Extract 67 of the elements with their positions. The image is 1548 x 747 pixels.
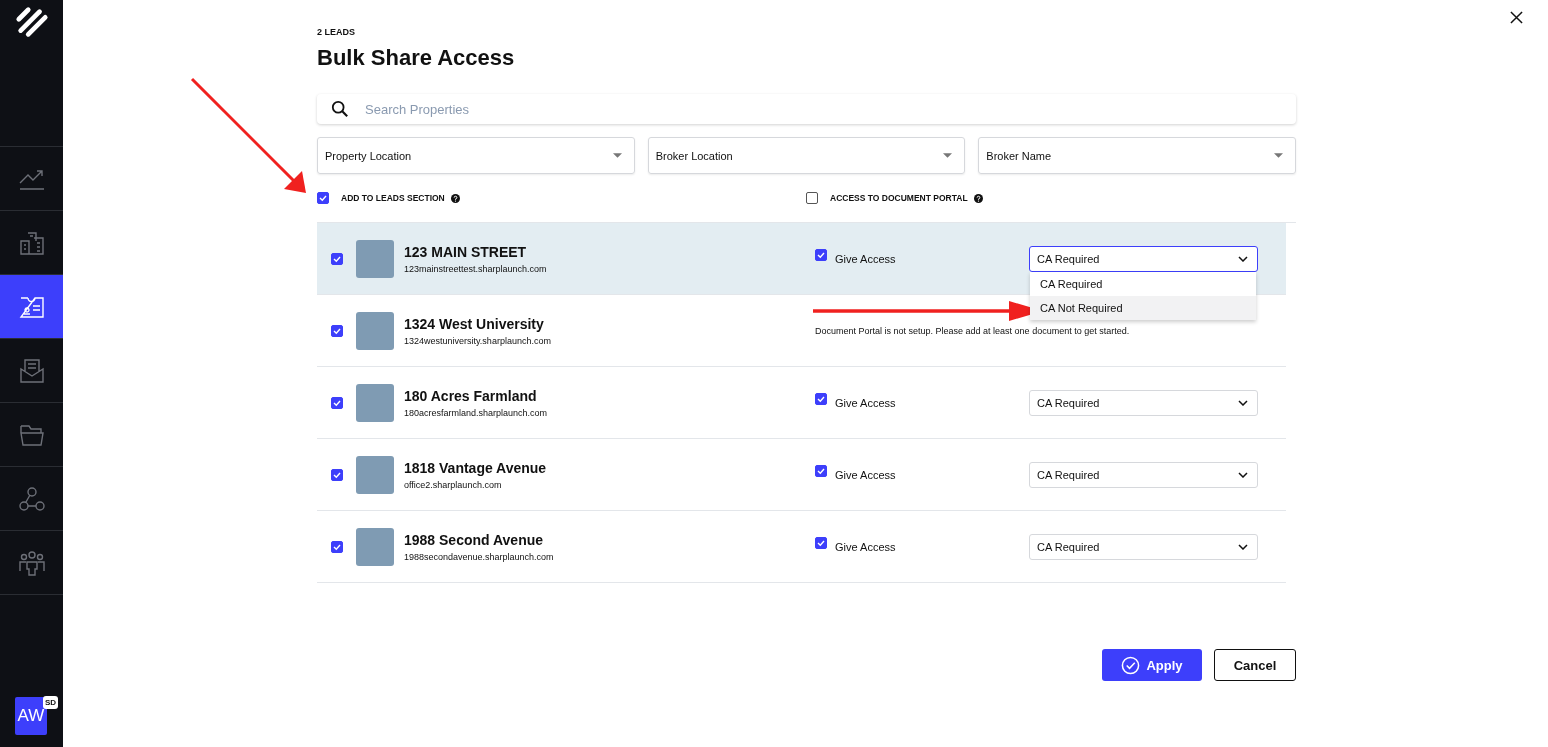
dropdown-triangle-icon bbox=[612, 153, 622, 158]
column-label: ADD TO LEADS SECTION bbox=[341, 193, 445, 203]
chevron-down-icon bbox=[1238, 471, 1248, 478]
checkbox[interactable] bbox=[331, 324, 343, 337]
property-row[interactable]: 1818 Vantage Avenue office2.sharplaunch.com Give Access CA Required bbox=[317, 439, 1286, 511]
nav-item[interactable] bbox=[0, 275, 63, 339]
notice-text: Document Portal is not setup. Please add at least one document to get started. bbox=[814, 325, 1130, 336]
property-name: 1818 Vantage Avenue bbox=[404, 459, 547, 476]
checkbox[interactable] bbox=[806, 192, 818, 204]
checkbox[interactable] bbox=[815, 536, 827, 549]
property-name: 180 Acres Farmland bbox=[404, 387, 538, 404]
property-url: office2.sharplaunch.com bbox=[404, 479, 503, 490]
avatar-badge: SD bbox=[43, 696, 59, 709]
checkbox[interactable] bbox=[815, 392, 827, 405]
search-field[interactable]: Search Properties bbox=[363, 100, 1296, 118]
dropdown-triangle-icon bbox=[943, 153, 953, 158]
checkbox[interactable] bbox=[815, 248, 827, 261]
envelope-icon bbox=[17, 356, 46, 385]
checkbox[interactable] bbox=[815, 464, 827, 477]
people-group-icon bbox=[17, 548, 46, 577]
dialog-title: Bulk Share Access bbox=[317, 45, 516, 71]
cancel-button[interactable]: Cancel bbox=[1214, 649, 1296, 681]
select-dropdown[interactable]: CA Required bbox=[1029, 461, 1258, 488]
checkbox[interactable] bbox=[331, 252, 343, 265]
property-name: 1988 Second Avenue bbox=[404, 531, 545, 548]
checkbox[interactable] bbox=[317, 192, 329, 204]
dropdown-option[interactable]: CA Not Required bbox=[1030, 295, 1256, 320]
checkbox-label: Give Access bbox=[835, 468, 896, 481]
column-label: ACCESS TO DOCUMENT PORTAL bbox=[830, 193, 968, 203]
checkbox-label: Give Access bbox=[835, 540, 896, 553]
property-url: 1324westuniversity.sharplaunch.com bbox=[404, 335, 551, 346]
photo-placeholder bbox=[356, 311, 394, 350]
photo-placeholder bbox=[356, 383, 394, 422]
checkbox[interactable] bbox=[331, 540, 343, 553]
photo-placeholder bbox=[356, 455, 394, 494]
checkbox-label: Give Access bbox=[835, 396, 896, 409]
property-url: 1988secondavenue.sharplaunch.com bbox=[404, 551, 554, 562]
filter-dropdown[interactable]: Property Location bbox=[317, 137, 635, 174]
leads-count: 2 LEADS bbox=[317, 27, 356, 37]
apply-button[interactable]: Apply bbox=[1102, 649, 1202, 681]
property-url: 123mainstreettest.sharplaunch.com bbox=[404, 263, 547, 274]
property-row[interactable]: 1988 Second Avenue 1988secondavenue.sharplaunch.com Give Access CA Required bbox=[317, 511, 1286, 583]
checkbox-label: Give Access bbox=[835, 252, 896, 265]
photo-placeholder bbox=[356, 527, 394, 566]
select-dropdown[interactable]: CA Required bbox=[1029, 245, 1258, 272]
help-icon bbox=[973, 193, 983, 203]
search-icon bbox=[331, 100, 349, 118]
check-circle-icon bbox=[1121, 655, 1141, 675]
chevron-down-icon bbox=[1238, 255, 1248, 262]
dropdown-triangle-icon bbox=[1274, 153, 1283, 158]
dropdown-option[interactable]: CA Required bbox=[1030, 271, 1256, 296]
chevron-down-icon bbox=[1238, 543, 1248, 550]
select-dropdown[interactable]: CA Required bbox=[1029, 389, 1258, 416]
property-name: 123 MAIN STREET bbox=[404, 243, 528, 260]
property-url: 180acresfarmland.sharplaunch.com bbox=[404, 407, 548, 418]
checkbox[interactable] bbox=[331, 468, 343, 481]
select-dropdown[interactable]: CA Required bbox=[1029, 533, 1258, 560]
photo-placeholder bbox=[356, 239, 394, 278]
property-row[interactable]: 180 Acres Farmland 180acresfarmland.sharplaunch.com Give Access CA Required bbox=[317, 367, 1286, 439]
checkbox[interactable] bbox=[331, 396, 343, 409]
help-icon bbox=[450, 193, 460, 203]
chevron-down-icon bbox=[1238, 399, 1248, 406]
filter-dropdown[interactable]: Broker Name bbox=[978, 137, 1296, 174]
logo-icon bbox=[14, 6, 49, 40]
close-icon[interactable] bbox=[1510, 11, 1523, 24]
filter-dropdown[interactable]: Broker Location bbox=[647, 137, 966, 174]
connected-nodes-icon bbox=[17, 484, 46, 513]
